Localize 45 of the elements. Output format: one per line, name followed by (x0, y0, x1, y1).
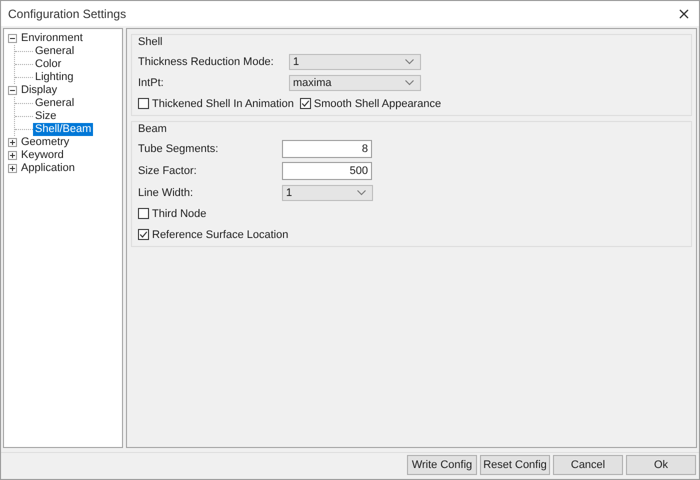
dropdown[interactable]: maxima (289, 74, 421, 90)
checkbox[interactable] (138, 98, 149, 109)
window-title: Configuration Settings (8, 6, 126, 20)
tree-item[interactable]: Display (19, 84, 60, 97)
checkbox-label: Smooth Shell Appearance (314, 98, 442, 110)
tree-item[interactable]: Color (33, 58, 64, 71)
dialog-button[interactable]: Cancel (553, 455, 623, 475)
close-button[interactable]: × (669, 1, 699, 26)
tree-item[interactable]: Environment (19, 32, 85, 45)
field-label: Tube Segments: (138, 143, 220, 155)
group-title: Beam (138, 122, 167, 136)
chevron-down-icon (357, 190, 366, 196)
tree-item[interactable]: Lighting (33, 71, 76, 84)
chevron-down-icon (405, 80, 414, 86)
input-field[interactable]: 500 (282, 162, 372, 180)
tree-item[interactable]: Size (33, 110, 58, 123)
field-label: IntPt: (138, 76, 165, 88)
dropdown[interactable]: 1 (289, 54, 421, 70)
collapse-icon[interactable] (8, 86, 17, 95)
tree-item[interactable]: Application (19, 162, 77, 175)
checkbox[interactable] (300, 98, 311, 109)
input-field[interactable]: 8 (282, 140, 372, 158)
field-label: Thickness Reduction Mode: (138, 56, 275, 68)
checkbox[interactable] (138, 229, 149, 240)
dialog-button[interactable]: Ok (626, 455, 696, 475)
expand-icon[interactable] (8, 151, 17, 160)
expand-icon[interactable] (8, 138, 17, 147)
checkbox-label: Thickened Shell In Animation (152, 98, 294, 110)
group-title: Shell (138, 35, 162, 49)
tree-item[interactable]: General (33, 97, 76, 110)
dialog-button[interactable]: Reset Config (480, 455, 550, 475)
tree-item[interactable]: General (33, 45, 76, 58)
dropdown[interactable]: 1 (282, 184, 373, 200)
checkbox-label: Reference Surface Location (152, 228, 288, 240)
chevron-down-icon (405, 58, 414, 64)
field-label: Size Factor: (138, 165, 198, 177)
tree-item[interactable]: Geometry (19, 136, 72, 149)
collapse-icon[interactable] (8, 34, 17, 43)
checkbox[interactable] (138, 208, 149, 219)
dialog-button[interactable]: Write Config (407, 455, 477, 475)
tree-item[interactable]: Keyword (19, 149, 66, 162)
expand-icon[interactable] (8, 164, 17, 173)
tree-item[interactable]: Shell/Beam (33, 123, 94, 136)
field-label: Line Width: (138, 186, 194, 198)
checkbox-label: Third Node (152, 208, 206, 220)
